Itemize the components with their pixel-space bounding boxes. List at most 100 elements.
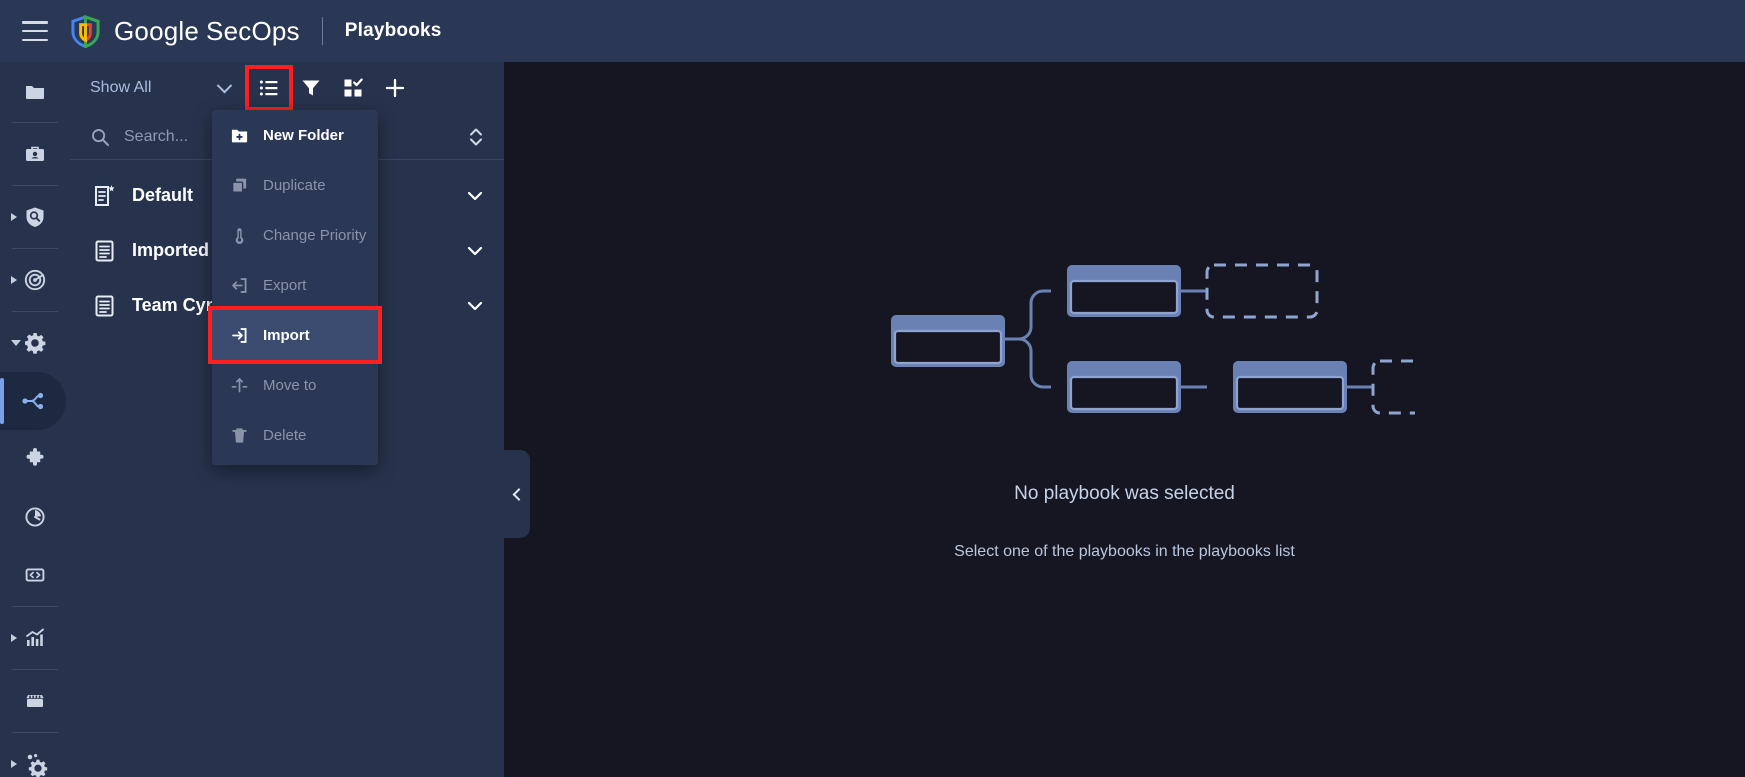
context-menu: New Folder Duplicate Change Priority Exp… — [208, 110, 382, 465]
list-bullets-icon — [259, 80, 278, 96]
menu-item-new-folder[interactable]: New Folder — [212, 110, 378, 160]
chevron-down-icon — [216, 77, 233, 93]
filter-button[interactable] — [290, 68, 332, 108]
empty-state-title: No playbook was selected — [1014, 482, 1235, 504]
rail-divider — [12, 311, 58, 312]
puzzle-icon — [26, 448, 44, 466]
brand-secops: SecOps — [206, 15, 300, 46]
rail-divider — [12, 122, 58, 123]
show-all-label: Show All — [90, 79, 152, 96]
flow-node — [890, 314, 1005, 367]
brand-google: Google — [114, 15, 200, 46]
header-divider — [321, 17, 323, 45]
app-root: Google SecOps Playbooks Show All Search.… — [0, 0, 1745, 777]
left-icon-rail — [0, 62, 70, 777]
collapse-panel-handle[interactable] — [504, 450, 530, 538]
expand-caret-icon[interactable] — [11, 634, 17, 642]
menu-item-label: Export — [263, 276, 307, 294]
document-star-icon — [95, 184, 115, 206]
chevron-down-icon[interactable] — [464, 240, 486, 262]
multi-select-button[interactable] — [332, 68, 374, 108]
menu-item-label: Change Priority — [263, 226, 367, 244]
sidebar-item-workdesk[interactable] — [0, 125, 70, 183]
sidebar-item-integrations[interactable] — [0, 430, 70, 488]
rail-divider — [12, 185, 58, 186]
chart-bars-icon — [26, 628, 44, 646]
sidebar-item-settings[interactable] — [0, 735, 70, 777]
expand-caret-icon[interactable] — [11, 760, 17, 768]
menu-item-import[interactable]: Import — [208, 306, 382, 364]
menu-item-duplicate[interactable]: Duplicate — [212, 160, 378, 210]
chevron-down-icon[interactable] — [464, 295, 486, 317]
multi-select-grid-icon — [344, 78, 363, 97]
rail-divider — [12, 732, 58, 733]
clock-pie-icon — [25, 507, 45, 527]
gear-icon — [25, 333, 46, 354]
flow-node-placeholder — [1371, 359, 1415, 414]
document-lines-icon — [95, 295, 114, 316]
page-title: Playbooks — [344, 20, 442, 41]
duplicate-icon — [231, 178, 247, 193]
sidebar-item-investigation[interactable] — [0, 188, 70, 246]
folder-plus-icon — [231, 129, 248, 142]
sidebar-item-playbooks[interactable] — [0, 372, 66, 430]
chevron-left-icon — [512, 487, 525, 501]
empty-state: No playbook was selected Select one of t… — [835, 229, 1415, 561]
code-brackets-icon — [25, 568, 45, 582]
search-placeholder: Search... — [124, 127, 189, 145]
sidebar-item-response-settings[interactable] — [0, 314, 70, 372]
briefcase-icon — [26, 146, 44, 161]
chevron-down-icon[interactable] — [464, 185, 486, 207]
flow-node — [1232, 360, 1347, 413]
expand-caret-icon[interactable] — [11, 213, 17, 221]
list-toolbar: Show All — [70, 62, 504, 114]
sidebar-item-jobs[interactable] — [0, 488, 70, 546]
thermometer-icon — [235, 227, 244, 244]
main-content: No playbook was selected Select one of t… — [504, 62, 1745, 777]
menu-item-export[interactable]: Export — [212, 260, 378, 310]
marketplace-icon — [26, 695, 44, 707]
flow-node — [1066, 360, 1181, 413]
rail-divider — [12, 669, 58, 670]
menu-item-label: New Folder — [263, 126, 344, 144]
folder-icon — [26, 86, 44, 99]
move-to-icon — [231, 377, 248, 392]
rail-divider — [12, 606, 58, 607]
menu-item-label: Duplicate — [263, 176, 326, 194]
google-shield-icon — [71, 14, 100, 48]
menu-item-label: Delete — [263, 426, 307, 444]
export-arrow-left-icon — [232, 277, 247, 293]
sort-button[interactable] — [464, 122, 488, 152]
settings-gears-icon — [27, 754, 48, 777]
collapse-caret-icon[interactable] — [11, 340, 21, 346]
document-lines-icon — [95, 240, 114, 261]
menu-item-delete[interactable]: Delete — [212, 410, 378, 460]
expand-caret-icon[interactable] — [11, 276, 17, 284]
hamburger-icon[interactable] — [22, 21, 48, 41]
menu-item-label: Move to — [263, 376, 317, 394]
sidebar-item-reports[interactable] — [0, 609, 70, 667]
plus-icon — [385, 78, 405, 98]
rail-divider — [12, 248, 58, 249]
radar-icon — [24, 269, 46, 291]
playbook-flow-diagram — [890, 263, 1415, 414]
brand-title: Google SecOps — [114, 16, 300, 47]
flow-node — [1066, 264, 1181, 317]
sidebar-item-ide[interactable] — [0, 546, 70, 604]
add-button[interactable] — [374, 68, 416, 108]
sort-updown-icon — [470, 128, 482, 145]
search-icon — [92, 128, 110, 146]
menu-item-move-to[interactable]: Move to — [212, 360, 378, 410]
flow-node-placeholder — [1205, 263, 1318, 318]
show-all-dropdown[interactable]: Show All — [90, 77, 248, 97]
list-view-button[interactable] — [245, 65, 293, 111]
playbook-node-icon — [22, 392, 44, 410]
sidebar-item-cases[interactable] — [0, 62, 70, 120]
top-bar: Google SecOps Playbooks — [0, 0, 1745, 62]
menu-item-label: Import — [263, 326, 310, 344]
empty-state-subtitle: Select one of the playbooks in the playb… — [954, 542, 1295, 560]
import-arrow-right-icon — [232, 327, 247, 343]
menu-item-change-priority[interactable]: Change Priority — [212, 210, 378, 260]
sidebar-item-detection[interactable] — [0, 251, 70, 309]
sidebar-item-marketplace[interactable] — [0, 672, 70, 730]
